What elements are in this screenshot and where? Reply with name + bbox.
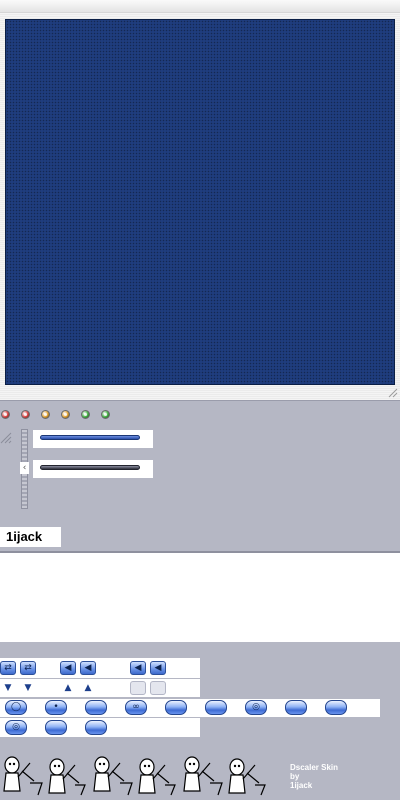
swap-icon[interactable]: ⇄	[0, 661, 16, 675]
triangle-down-icon[interactable]: ▼	[22, 682, 34, 694]
video-display[interactable]	[5, 19, 395, 385]
volume-icon[interactable]: ◀	[60, 661, 76, 675]
indicator-light-orange[interactable]	[61, 410, 70, 419]
blank-pill-button[interactable]	[165, 700, 187, 715]
indicator-light-green[interactable]	[81, 410, 90, 419]
circle-pair-icon[interactable]: ◎	[5, 720, 27, 735]
square-disabled-icon	[130, 681, 146, 695]
resize-grip-icon[interactable]	[388, 388, 398, 398]
speaker-icon[interactable]: ◀	[150, 661, 166, 675]
chevron-left-icon[interactable]: ‹	[20, 462, 29, 474]
square-disabled-icon	[150, 681, 166, 695]
circle-pair-icon[interactable]: ◎	[245, 700, 267, 715]
blank-pill-button[interactable]	[325, 700, 347, 715]
skin-credit: Dscaler Skin by 1ijack	[290, 763, 338, 790]
circle-icon[interactable]: ◯	[5, 700, 27, 715]
blank-pill-button[interactable]	[85, 700, 107, 715]
volume-icon[interactable]: ◀	[80, 661, 96, 675]
credit-title: Dscaler Skin	[290, 763, 339, 772]
name-tag-label: 1ijack	[6, 529, 43, 544]
triangle-down-icon[interactable]: ▼	[2, 682, 14, 694]
speaker-icon[interactable]: ◀	[130, 661, 146, 675]
infinity-icon[interactable]: ∞	[125, 700, 147, 715]
slider-track-dark[interactable]	[40, 465, 140, 470]
slider-track-blue[interactable]	[40, 435, 140, 440]
doodle-characters-icon	[3, 756, 266, 796]
indicator-light-red[interactable]	[21, 410, 30, 419]
indicator-light-orange[interactable]	[41, 410, 50, 419]
dot-icon[interactable]: •	[45, 700, 67, 715]
swap-icon[interactable]: ⇄	[20, 661, 36, 675]
blank-pill-button[interactable]	[205, 700, 227, 715]
credit-by: by	[290, 772, 300, 781]
blank-pill-button[interactable]	[45, 720, 67, 735]
blank-pill-button[interactable]	[285, 700, 307, 715]
triangle-up-icon[interactable]: ▲	[82, 682, 94, 694]
diagonal-grip-icon	[0, 432, 12, 444]
indicator-light-green[interactable]	[101, 410, 110, 419]
triangle-up-icon[interactable]: ▲	[62, 682, 74, 694]
title-strip	[0, 0, 400, 13]
credit-author: 1ijack	[290, 781, 313, 790]
blank-pill-button[interactable]	[85, 720, 107, 735]
indicator-light-red[interactable]	[1, 410, 10, 419]
